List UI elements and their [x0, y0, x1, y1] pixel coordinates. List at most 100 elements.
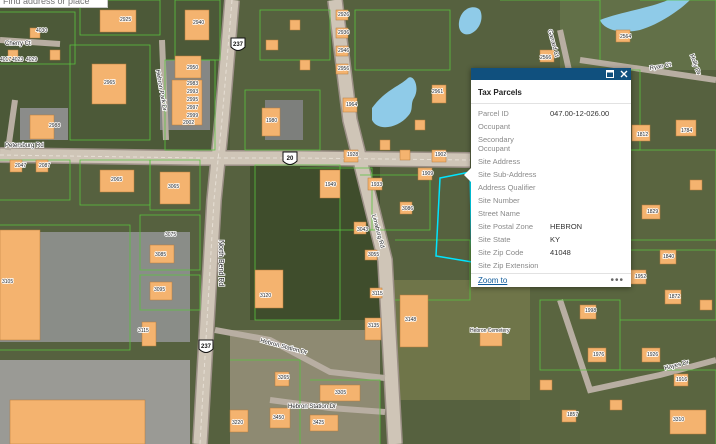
map-label: 2999 [187, 113, 198, 119]
attribute-key: Site Number [478, 196, 520, 205]
map-label: 4030 [36, 28, 47, 34]
map-label: Hebron Cemetery [470, 328, 510, 334]
attribute-value [550, 157, 620, 166]
map-label: 2950 [187, 65, 198, 71]
map-label: 3115 [372, 291, 383, 297]
map-label: 1998 [585, 308, 596, 314]
attribute-value: 41048 [550, 248, 571, 257]
map-label: 3135 [368, 323, 379, 329]
dock-icon[interactable] [605, 70, 614, 79]
map-label: 2002 [183, 120, 194, 126]
map-label: 2564 [620, 34, 631, 40]
map-label: 1928 [347, 152, 358, 158]
highway-shield-label: 237 [201, 344, 212, 350]
map-label: 4023 [12, 57, 23, 63]
map-label: 3095 [154, 287, 165, 293]
map-label: 2993 [187, 89, 198, 95]
map-label: 3450 [273, 415, 284, 421]
map-label: 3310 [673, 417, 684, 423]
map-label: 1933 [371, 182, 382, 188]
attribute-key: Parcel ID [478, 109, 509, 118]
attribute-row: Site Postal Zone HEBRON [471, 220, 627, 233]
map-label: 1909 [422, 171, 433, 177]
map-label: 2065 [111, 177, 122, 183]
map-label: 1980 [266, 118, 277, 124]
attribute-key: Secondary Occupant [478, 135, 514, 153]
attribute-value [550, 209, 620, 218]
attribute-value [550, 261, 620, 270]
highway-shield: 237 [230, 37, 246, 51]
attribute-value [550, 122, 620, 131]
attribute-key: Site Zip Extension [478, 261, 539, 270]
map-label: Petersburg Rd [5, 143, 44, 149]
map-label: 2926 [338, 12, 349, 18]
attribute-value: 047.00-12-026.00 [550, 109, 610, 118]
zoom-to-link[interactable]: Zoom to [478, 276, 507, 285]
map-label: 3305 [335, 390, 346, 396]
map-label: 2566 [540, 55, 551, 61]
attribute-key: Address Qualifier [478, 183, 536, 192]
map-label: 3220 [232, 420, 243, 426]
map-label: 3265 [278, 375, 289, 381]
highway-shield-label: 20 [287, 156, 294, 162]
map-label: 4029 [26, 57, 37, 63]
search-input[interactable] [0, 0, 108, 8]
map-label: 1829 [647, 209, 658, 215]
map-label: 4017 [0, 57, 11, 63]
close-icon[interactable] [619, 70, 628, 79]
attribute-key: Site Postal Zone [478, 222, 534, 231]
attribute-row: Site Number [471, 194, 627, 207]
map-label: 2047 [15, 163, 26, 169]
map-label: 3105 [2, 279, 13, 285]
map-label: 2965 [104, 80, 115, 86]
attribute-key: Site Sub-Address [478, 170, 537, 179]
attribute-value [550, 170, 620, 179]
map-label: 3043 [357, 227, 368, 233]
highway-shield: 20 [282, 151, 298, 165]
attribute-row: Occupant [471, 120, 627, 133]
attribute-row: Address Qualifier [471, 181, 627, 194]
map-label: 2988 [49, 123, 60, 129]
attribute-key: Site Zip Code [478, 248, 524, 257]
attribute-value [550, 196, 620, 205]
highway-shield: 237 [198, 339, 214, 353]
attribute-key: Occupant [478, 122, 511, 131]
map-label: 1949 [325, 182, 336, 188]
map-label: 3075 [165, 232, 176, 238]
attribute-row: Secondary Occupant [471, 133, 627, 155]
attribute-row: Site Sub-Address [471, 168, 627, 181]
map-label: 2940 [193, 20, 204, 26]
attribute-row: Parcel ID 047.00-12-026.00 [471, 107, 627, 120]
map-label: 3065 [168, 184, 179, 190]
map-label: 3086 [402, 206, 413, 212]
map-label: 2997 [187, 105, 198, 111]
attribute-value [550, 183, 620, 192]
map-label: 1857 [567, 412, 578, 418]
highway-shield-label: 237 [233, 42, 244, 48]
more-options-icon[interactable]: ••• [610, 275, 624, 286]
map-label: 1976 [593, 352, 604, 358]
map-label: 2995 [187, 97, 198, 103]
map-label: 2925 [120, 17, 131, 23]
map-label: 1916 [676, 377, 687, 383]
map-label: 2936 [338, 30, 349, 36]
popup-footer: Zoom to ••• [471, 273, 631, 287]
map-label: 3120 [260, 293, 271, 299]
map-label: 2946 [338, 48, 349, 54]
attribute-list[interactable]: Parcel ID 047.00-12-026.00 Occupant Secon… [471, 107, 631, 279]
map-label: 1926 [647, 352, 658, 358]
map-label: 2956 [338, 66, 349, 72]
map-label: 1902 [435, 152, 446, 158]
attribute-row: Site Address [471, 155, 627, 168]
map-label: 3085 [155, 252, 166, 258]
attribute-key: Street Name [478, 209, 521, 218]
map-label: 1840 [663, 254, 674, 260]
map-label: 2087 [39, 163, 50, 169]
attribute-row: Street Name [471, 207, 627, 220]
map-label: 3148 [405, 317, 416, 323]
map-label: North Bend Rd [217, 240, 224, 286]
attribute-key: Site State [478, 235, 511, 244]
map-label: Hebron Station Dr [288, 404, 336, 410]
attribute-value [550, 135, 620, 153]
map-label: 1872 [669, 294, 680, 300]
